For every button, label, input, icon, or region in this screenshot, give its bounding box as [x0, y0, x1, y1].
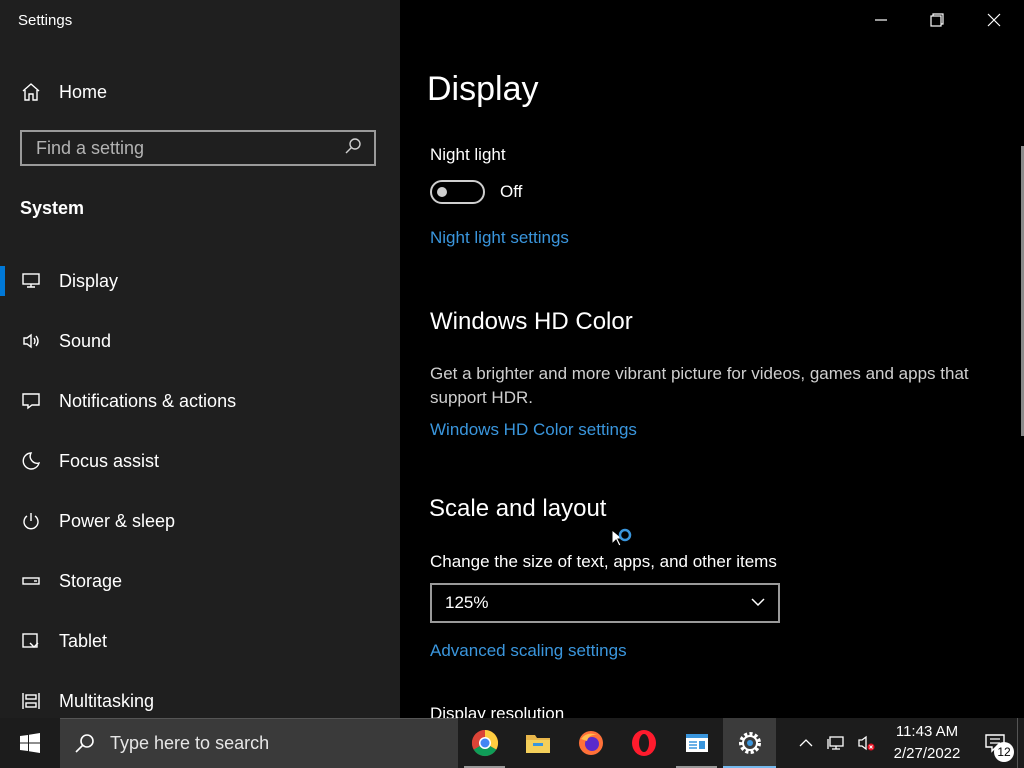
- section-title: System: [20, 198, 85, 218]
- nav-item-display[interactable]: Display: [0, 251, 400, 311]
- system-tray: 11:43 AM 2/27/2022 12: [791, 718, 1024, 768]
- busy-cursor-icon: [610, 528, 634, 552]
- home-label: Home: [59, 81, 108, 102]
- night-light-label: Night light: [430, 145, 506, 164]
- taskbar-search-placeholder: Type here to search: [110, 733, 270, 753]
- nav-item-storage[interactable]: Storage: [0, 551, 400, 611]
- close-icon: [987, 13, 1001, 27]
- advanced-scaling-link[interactable]: Advanced scaling settings: [430, 641, 627, 661]
- chevron-down-icon: [750, 594, 768, 612]
- taskbar-app-notepad[interactable]: [670, 718, 723, 768]
- clock-time: 11:43 AM: [895, 723, 959, 740]
- hd-color-settings-link[interactable]: Windows HD Color settings: [430, 420, 637, 440]
- network-icon: [827, 736, 844, 750]
- minimize-button[interactable]: [853, 0, 909, 40]
- notepad-icon: [685, 734, 708, 752]
- start-button[interactable]: [0, 718, 60, 768]
- find-setting-input[interactable]: [22, 136, 344, 160]
- taskbar-search-box[interactable]: Type here to search: [60, 718, 458, 768]
- nav-label: Focus assist: [59, 450, 160, 471]
- nav-item-notifications[interactable]: Notifications & actions: [0, 371, 400, 431]
- scale-dropdown[interactable]: 125%: [430, 583, 780, 623]
- taskbar: Type here to search 11:43 AM 2/27/2022 1…: [0, 718, 1024, 768]
- toggle-knob: [437, 187, 447, 197]
- monitor-icon: [19, 269, 43, 293]
- speaker-icon: [19, 329, 43, 353]
- taskbar-app-chrome[interactable]: [458, 718, 511, 768]
- minimize-icon: [875, 19, 887, 21]
- chrome-icon: [471, 729, 498, 757]
- nav-item-sound[interactable]: Sound: [0, 311, 400, 371]
- scale-dropdown-value: 125%: [445, 593, 489, 612]
- size-change-label: Change the size of text, apps, and other…: [430, 552, 777, 571]
- notification-icon: [19, 389, 43, 413]
- show-hidden-icons-button[interactable]: [791, 718, 821, 768]
- nav-label: Notifications & actions: [59, 390, 237, 411]
- firefox-icon: [578, 731, 603, 755]
- nav-item-power-sleep[interactable]: Power & sleep: [0, 491, 400, 551]
- network-button[interactable]: [821, 718, 851, 768]
- taskbar-app-settings[interactable]: [723, 718, 776, 768]
- windows-logo-icon: [20, 733, 40, 753]
- display-resolution-label: Display resolution: [430, 704, 565, 718]
- hd-color-heading: Windows HD Color: [430, 308, 633, 335]
- power-icon: [19, 509, 43, 533]
- nav-list: Display Sound Notifications & actions Fo…: [0, 251, 400, 718]
- main-content: Display Night light Off Night light sett…: [400, 0, 1024, 718]
- multitasking-icon: [19, 689, 43, 713]
- close-button[interactable]: [966, 0, 1022, 40]
- scale-layout-heading: Scale and layout: [429, 495, 607, 522]
- nav-item-multitasking[interactable]: Multitasking: [0, 671, 400, 718]
- nav-label: Power & sleep: [59, 510, 176, 531]
- volume-button[interactable]: [851, 718, 881, 768]
- hd-color-description: Get a brighter and more vibrant picture …: [430, 364, 969, 407]
- sidebar: Settings Home System Display Sound: [0, 0, 400, 718]
- show-desktop-button[interactable]: [1017, 718, 1024, 768]
- nav-label: Tablet: [59, 630, 108, 651]
- nav-label: Multitasking: [59, 690, 155, 711]
- search-icon: [74, 732, 98, 756]
- action-center-button[interactable]: 12: [973, 718, 1017, 768]
- restore-icon: [930, 13, 944, 27]
- taskbar-app-file-explorer[interactable]: [511, 718, 564, 768]
- page-title: Display: [427, 70, 539, 108]
- app-title: Settings: [18, 12, 73, 29]
- search-icon[interactable]: [344, 137, 366, 159]
- nav-label: Display: [59, 270, 119, 291]
- chevron-up-icon: [799, 739, 813, 747]
- home-nav-item[interactable]: Home: [0, 70, 400, 114]
- taskbar-app-firefox[interactable]: [564, 718, 617, 768]
- nav-item-tablet[interactable]: Tablet: [0, 611, 400, 671]
- nav-label: Storage: [59, 570, 123, 591]
- clock[interactable]: 11:43 AM 2/27/2022: [887, 721, 967, 765]
- file-explorer-icon: [525, 735, 550, 753]
- nav-item-focus-assist[interactable]: Focus assist: [0, 431, 400, 491]
- opera-icon: [631, 730, 656, 756]
- night-light-toggle[interactable]: [430, 180, 485, 204]
- nav-label: Sound: [59, 330, 112, 351]
- home-icon: [19, 80, 43, 104]
- tablet-icon: [19, 629, 43, 653]
- notification-count-badge: 12: [994, 742, 1014, 762]
- find-setting-search-box[interactable]: [20, 130, 376, 166]
- night-light-state: Off: [500, 182, 523, 201]
- night-light-settings-link[interactable]: Night light settings: [430, 228, 569, 248]
- moon-icon: [19, 449, 43, 473]
- settings-icon: [738, 732, 761, 754]
- taskbar-app-opera[interactable]: [617, 718, 670, 768]
- storage-icon: [19, 569, 43, 593]
- volume-muted-icon: [858, 735, 875, 751]
- clock-date: 2/27/2022: [893, 745, 961, 762]
- restore-button[interactable]: [909, 0, 965, 40]
